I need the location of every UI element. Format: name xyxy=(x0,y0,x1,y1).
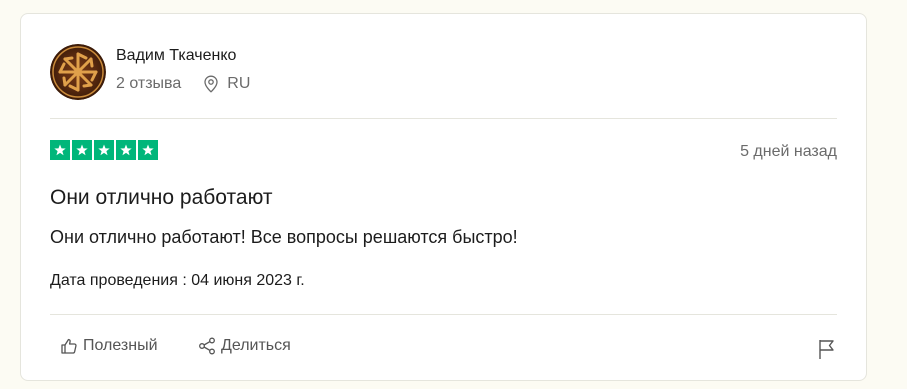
share-icon xyxy=(199,337,215,355)
country-code: RU xyxy=(227,75,251,92)
share-label: Делиться xyxy=(221,337,291,354)
location-pin-icon xyxy=(203,75,219,93)
sun-symbol-icon xyxy=(50,44,106,100)
useful-label: Полезный xyxy=(83,337,158,354)
review-title[interactable]: Они отлично работают xyxy=(50,186,272,210)
star-icon xyxy=(94,140,114,160)
divider xyxy=(50,118,837,119)
star-icon xyxy=(50,140,70,160)
thumbs-up-icon xyxy=(61,338,77,354)
share-button[interactable]: Делиться xyxy=(198,337,291,355)
review-date: 5 дней назад xyxy=(740,143,837,160)
flag-icon[interactable] xyxy=(817,338,837,360)
star-icon xyxy=(138,140,158,160)
divider xyxy=(50,314,837,315)
reviews-count: 2 отзыва xyxy=(116,75,182,92)
useful-button[interactable]: Полезный xyxy=(60,337,158,355)
author-meta: 2 отзыва RU xyxy=(116,75,250,93)
review-text: Они отлично работают! Все вопросы решают… xyxy=(50,227,518,247)
star-icon xyxy=(72,140,92,160)
author-name[interactable]: Вадим Ткаченко xyxy=(116,47,236,65)
experience-date: Дата проведения : 04 июня 2023 г. xyxy=(50,272,305,289)
star-rating xyxy=(50,140,158,160)
review-card: Вадим Ткаченко 2 отзыва RU 5 дней назад … xyxy=(20,13,867,381)
avatar[interactable] xyxy=(50,44,106,100)
star-icon xyxy=(116,140,136,160)
